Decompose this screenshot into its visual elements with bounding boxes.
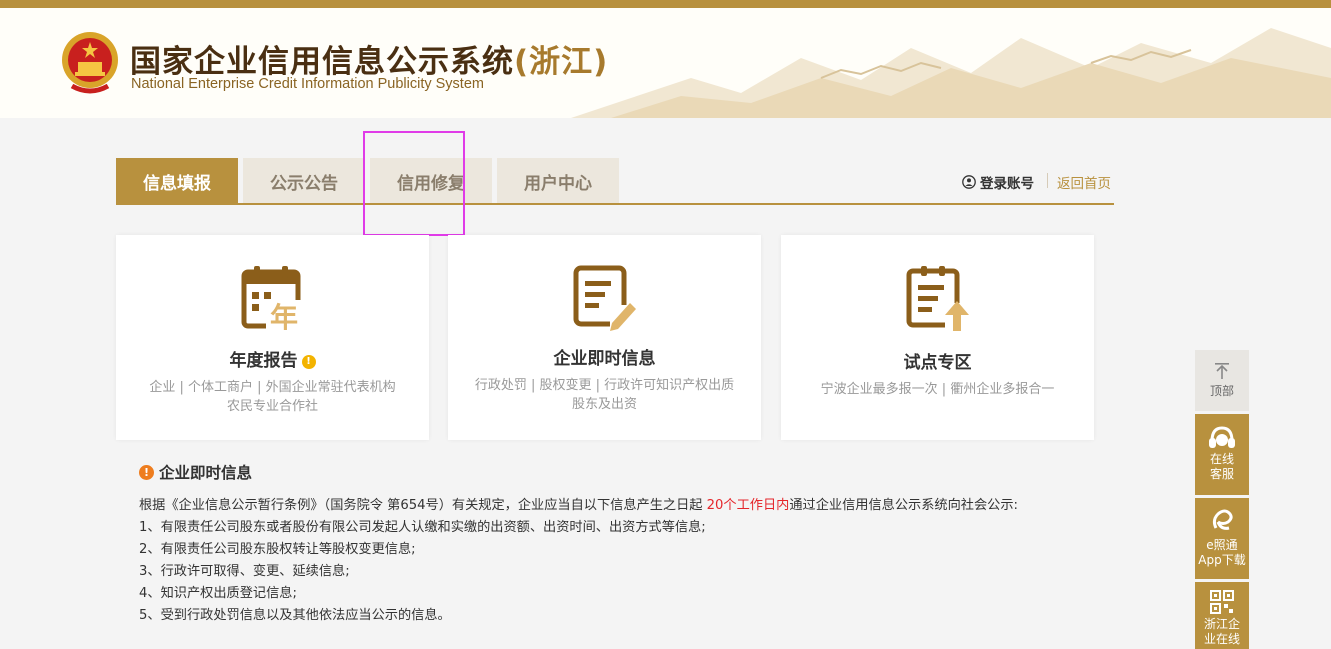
return-home-link[interactable]: 返回首页 (1057, 172, 1111, 192)
info-item: 5、受到行政处罚信息以及其他依法应当公示的信息。 (139, 608, 451, 623)
national-emblem-icon (62, 32, 118, 94)
deadline-highlight: 20个工作日内 (706, 498, 790, 513)
card-title: 年度报告! (116, 346, 429, 371)
e-license-app-icon (1212, 509, 1233, 530)
card-description: 企业 | 个体工商户 | 外国企业常驻代表机构 农民专业合作社 (149, 380, 396, 414)
pilot-zone-card[interactable]: 试点专区 宁波企业最多报一次 | 衢州企业多报合一 (781, 235, 1094, 440)
card-description: 宁波企业最多报一次 | 衢州企业多报合一 (820, 382, 1055, 397)
online-service-button[interactable]: 在线 客服 (1195, 414, 1249, 495)
info-item: 1、有限责任公司股东或者股份有限公司发起人认缴和实缴的出资额、出资时间、出资方式… (139, 520, 706, 535)
zhejiang-enterprise-online-button[interactable]: 浙江企 业在线 (1195, 582, 1249, 649)
headset-icon (1209, 426, 1235, 448)
app-download-button[interactable]: e照通 App下载 (1195, 498, 1249, 579)
arrow-up-icon (1215, 363, 1229, 379)
tab-user-center[interactable]: 用户中心 (497, 158, 619, 204)
back-to-top-button[interactable]: 顶部 (1195, 350, 1249, 411)
account-divider (1047, 173, 1048, 188)
card-title: 企业即时信息 (553, 349, 656, 369)
great-wall-decoration (571, 28, 1331, 118)
tab-info-filing[interactable]: 信息填报 (116, 158, 238, 204)
user-icon (962, 175, 976, 189)
tab-credit-repair[interactable]: 信用修复 (370, 158, 492, 204)
card-description: 行政处罚 | 股权变更 | 行政许可知识产权出质 股东及出资 (474, 378, 735, 412)
qr-code-icon (1210, 590, 1234, 614)
instant-info-card[interactable]: 企业即时信息 行政处罚 | 股权变更 | 行政许可知识产权出质 股东及出资 (448, 235, 761, 440)
info-item: 4、知识产权出质登记信息; (139, 586, 297, 601)
site-title: 国家企业信用信息公示系统(浙江) (130, 44, 609, 80)
card-title: 试点专区 (903, 353, 972, 373)
alert-icon: ! (139, 464, 154, 480)
site-subtitle-en: National Enterprise Credit Information P… (131, 76, 484, 92)
annual-report-icon: 年 (241, 266, 304, 330)
tab-underline (116, 203, 1114, 205)
info-intro: 根据《企业信息公示暂行条例》（国务院令 第654号）有关规定，企业应当自以下信息… (139, 498, 1018, 513)
tab-public-notice[interactable]: 公示公告 (243, 158, 365, 204)
login-account-link[interactable]: 登录账号 (962, 172, 1034, 192)
site-header: 国家企业信用信息公示系统(浙江) National Enterprise Cre… (0, 8, 1331, 118)
info-heading: ! 企业即时信息 (139, 461, 252, 483)
info-item: 3、行政许可取得、变更、延续信息; (139, 564, 350, 579)
svg-text:年: 年 (270, 301, 298, 330)
info-item: 2、有限责任公司股东股权转让等股权变更信息; (139, 542, 416, 557)
login-label: 登录账号 (980, 176, 1034, 192)
annual-report-card[interactable]: 年 年度报告! 企业 | 个体工商户 | 外国企业常驻代表机构 农民专业合作社 (116, 235, 429, 440)
top-accent-bar (0, 0, 1331, 8)
upload-clipboard-icon (906, 266, 971, 331)
edit-document-icon (573, 265, 638, 331)
warning-icon: ! (301, 355, 316, 369)
